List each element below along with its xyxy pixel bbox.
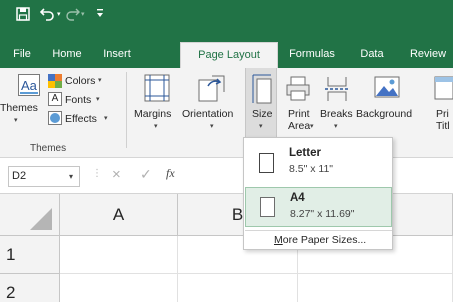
- paper-size-a4[interactable]: A4 8.27" x 11.69": [245, 187, 392, 227]
- more-paper-sizes-label: ore Paper Sizes...: [282, 234, 367, 246]
- chevron-down-icon: ▾: [154, 123, 158, 130]
- paper-size-dimensions: 8.5" x 11": [289, 163, 334, 175]
- size-icon: [252, 74, 272, 107]
- background-label: Background: [356, 108, 413, 120]
- chevron-down-icon: ▾: [98, 77, 102, 84]
- orientation-icon: [198, 74, 226, 105]
- themes-group-label: Themes: [30, 143, 67, 154]
- cell-b2[interactable]: [178, 274, 298, 302]
- svg-text:Aa: Aa: [21, 78, 38, 93]
- column-header-a[interactable]: A: [60, 194, 178, 236]
- print-area-label-line2: Area: [288, 120, 311, 132]
- redo-icon[interactable]: [66, 7, 80, 21]
- tab-data[interactable]: Data: [352, 42, 392, 68]
- theme-colors-button[interactable]: Colors ▾: [44, 72, 116, 90]
- name-box[interactable]: D2 ▾: [8, 166, 80, 187]
- tab-page-layout[interactable]: Page Layout: [180, 42, 278, 68]
- cancel-icon[interactable]: ×: [112, 166, 121, 183]
- print-titles-icon: [434, 76, 453, 103]
- insert-function-icon[interactable]: fx: [166, 166, 175, 181]
- enter-icon[interactable]: ✓: [140, 166, 152, 183]
- chevron-down-icon: ▾: [334, 123, 338, 130]
- orientation-button[interactable]: Orientation ▾: [182, 72, 242, 136]
- orientation-label: Orientation: [182, 108, 234, 120]
- page-icon: [259, 153, 274, 173]
- themes-label: Themes: [0, 102, 38, 114]
- effects-label: Effects: [65, 113, 97, 125]
- margins-button[interactable]: Margins ▾: [134, 72, 182, 136]
- theme-effects-button[interactable]: Effects ▾: [44, 110, 116, 128]
- chevron-down-icon: ▾: [259, 123, 263, 130]
- select-all-corner[interactable]: [0, 194, 60, 236]
- ribbon-tab-row: File Home Insert Page Layout Formulas Da…: [0, 28, 453, 68]
- tab-home[interactable]: Home: [44, 42, 90, 68]
- print-titles-label-line2: Titl: [436, 120, 450, 132]
- paper-size-name: A4: [290, 192, 305, 204]
- divider-dots-icon: ⋮: [92, 168, 102, 179]
- menu-divider: [245, 230, 392, 231]
- paper-size-letter[interactable]: Letter 8.5" x 11": [245, 141, 392, 185]
- tab-formulas[interactable]: Formulas: [282, 42, 342, 68]
- print-titles-button[interactable]: Pri Titl: [430, 72, 453, 136]
- effects-icon: [48, 111, 62, 128]
- breaks-button[interactable]: Breaks ▾: [318, 72, 358, 136]
- more-paper-sizes-label: M: [274, 234, 283, 246]
- print-titles-label-line1: Pri: [436, 108, 449, 120]
- undo-icon[interactable]: [39, 7, 56, 21]
- fonts-icon: A: [48, 92, 62, 106]
- margins-icon: [144, 74, 170, 105]
- cell-c2[interactable]: [298, 274, 453, 302]
- tab-insert[interactable]: Insert: [94, 42, 140, 68]
- paper-size-name: Letter: [289, 147, 321, 159]
- chevron-down-icon: ▾: [104, 115, 108, 122]
- save-icon[interactable]: [16, 7, 30, 21]
- theme-fonts-button[interactable]: A Fonts ▾: [44, 91, 116, 109]
- chevron-down-icon: ▾: [310, 123, 314, 130]
- breaks-icon: [324, 76, 350, 105]
- print-area-icon: [286, 76, 312, 105]
- undo-dropdown-icon[interactable]: ▾: [57, 10, 61, 24]
- paper-size-dimensions: 8.27" x 11.69": [290, 208, 355, 220]
- row-header-2[interactable]: 2: [0, 274, 60, 302]
- size-dropdown-menu: Letter 8.5" x 11" A4 8.27" x 11.69" More…: [243, 137, 393, 250]
- print-area-label-line1: Print: [288, 108, 310, 120]
- cell-a1[interactable]: [60, 236, 178, 274]
- chevron-down-icon: ▾: [14, 117, 18, 124]
- colors-label: Colors: [65, 75, 96, 87]
- background-icon: [374, 76, 400, 101]
- cell-a2[interactable]: [60, 274, 178, 302]
- colors-icon: [48, 74, 62, 91]
- more-paper-sizes-item[interactable]: More Paper Sizes...: [274, 234, 366, 246]
- group-divider: [126, 72, 127, 148]
- background-button[interactable]: Background: [356, 72, 418, 136]
- customize-quick-access-icon[interactable]: [96, 8, 106, 22]
- size-label: Size: [252, 108, 273, 120]
- breaks-label: Breaks: [320, 108, 353, 120]
- page-icon: [260, 197, 275, 217]
- chevron-down-icon[interactable]: ▾: [69, 167, 73, 186]
- redo-dropdown-icon[interactable]: ▾: [81, 10, 85, 24]
- fonts-label: Fonts: [65, 94, 92, 106]
- themes-icon: Aa: [18, 74, 40, 99]
- chevron-down-icon: ▾: [210, 123, 214, 130]
- name-box-value: D2: [12, 170, 27, 182]
- print-area-button[interactable]: Print Area ▾: [282, 72, 318, 136]
- row-header-1[interactable]: 1: [0, 236, 60, 274]
- tab-review[interactable]: Review: [404, 42, 452, 68]
- margins-label: Margins: [134, 108, 172, 120]
- title-bar: ▾ ▾: [0, 0, 453, 28]
- chevron-down-icon: ▾: [96, 96, 100, 103]
- tab-file[interactable]: File: [6, 42, 38, 68]
